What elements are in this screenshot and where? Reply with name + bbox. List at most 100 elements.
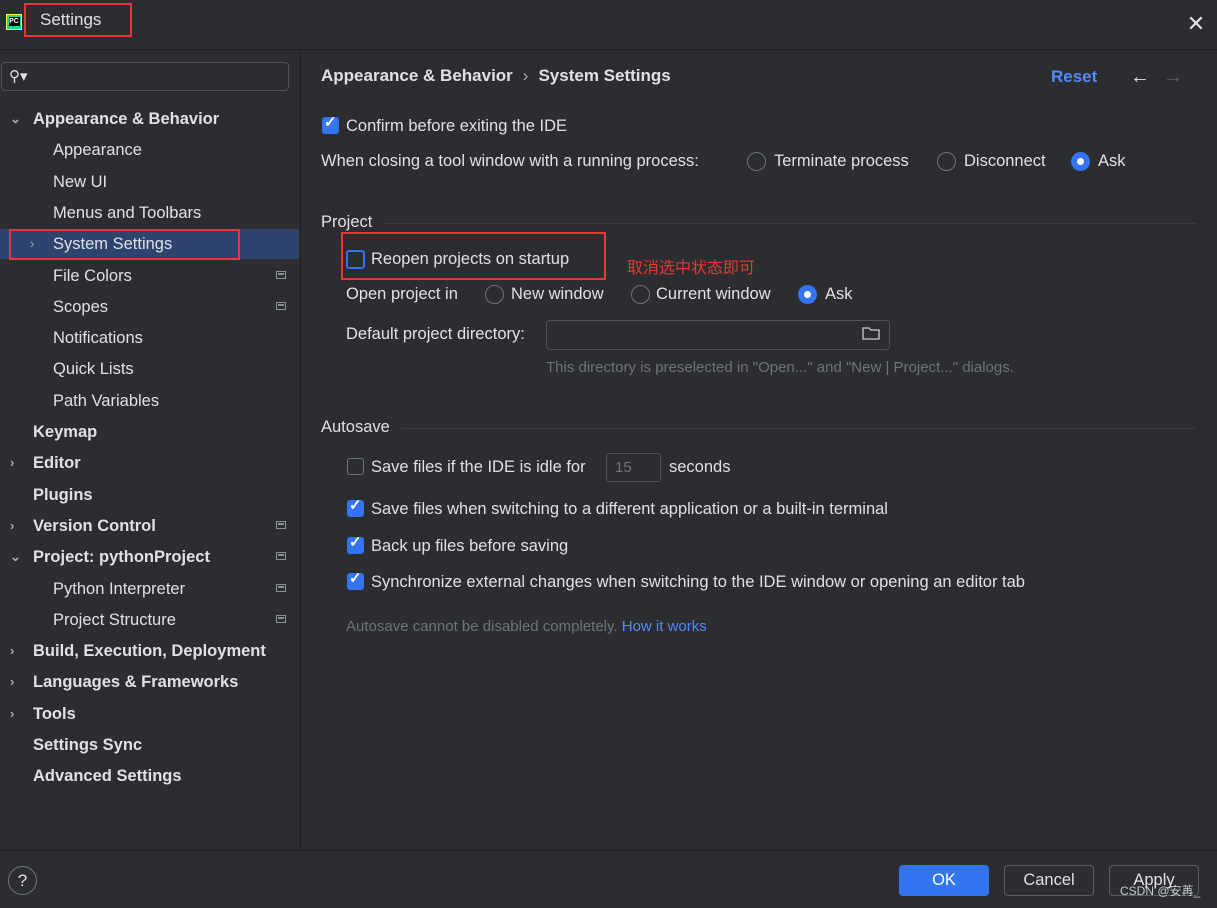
chevron-right-icon[interactable]: › <box>10 699 22 729</box>
switch-app-save-checkbox[interactable] <box>347 496 364 517</box>
idle-seconds-unit: seconds <box>669 458 731 476</box>
sidebar-item-version-control[interactable]: › Version Control <box>0 511 300 541</box>
close-icon[interactable]: ✕ <box>1184 12 1208 36</box>
back-arrow-icon[interactable]: ← <box>1130 66 1150 89</box>
sidebar-item-plugins[interactable]: Plugins <box>0 480 300 510</box>
sidebar-item-project-pythonproject[interactable]: ⌄ Project: pythonProject <box>0 542 300 572</box>
ask-radio-tool-window[interactable] <box>1071 152 1090 171</box>
ask-label-open-project: Ask <box>825 285 853 303</box>
sidebar-item-label: File Colors <box>53 267 132 285</box>
sidebar-item-tools[interactable]: › Tools <box>0 699 300 729</box>
chevron-right-icon[interactable]: › <box>10 511 22 541</box>
sidebar-item-keymap[interactable]: Keymap <box>0 417 300 447</box>
annotation-text: 取消选中状态即可 <box>627 260 756 277</box>
sidebar-item-appearance[interactable]: Appearance <box>0 135 300 165</box>
sidebar-item-label: Python Interpreter <box>53 580 186 598</box>
autosave-section-title: Autosave <box>321 418 390 436</box>
open-project-in-label: Open project in <box>346 285 458 303</box>
sidebar-item-label: Plugins <box>33 486 93 504</box>
project-scope-icon <box>276 584 286 592</box>
sidebar-item-build-execution-deployment[interactable]: › Build, Execution, Deployment <box>0 636 300 666</box>
sidebar-item-languages-frameworks[interactable]: › Languages & Frameworks <box>0 667 300 697</box>
watermark: CSDN @安苒_ <box>1120 884 1201 898</box>
default-directory-field[interactable] <box>546 320 890 350</box>
sidebar-item-label: Languages & Frameworks <box>33 673 239 691</box>
sidebar-item-label: Project Structure <box>53 611 176 629</box>
forward-arrow-icon[interactable]: → <box>1163 66 1183 89</box>
sidebar-item-label: Menus and Toolbars <box>53 204 202 222</box>
help-button[interactable]: ? <box>8 866 37 895</box>
autosave-note-text: Autosave cannot be disabled completely. <box>346 618 618 635</box>
sidebar-item-project-structure[interactable]: Project Structure <box>0 605 300 635</box>
backup-label: Back up files before saving <box>371 537 569 555</box>
sidebar-item-path-variables[interactable]: Path Variables <box>0 386 300 416</box>
reset-link[interactable]: Reset <box>1051 67 1097 87</box>
sidebar-item-file-colors[interactable]: File Colors <box>0 261 300 291</box>
default-directory-label: Default project directory: <box>346 325 525 343</box>
sidebar-item-python-interpreter[interactable]: Python Interpreter <box>0 574 300 604</box>
sidebar-item-settings-sync[interactable]: Settings Sync <box>0 730 300 760</box>
settings-search-box[interactable]: ⚲▾ <box>1 62 289 91</box>
terminate-process-radio[interactable] <box>747 152 766 171</box>
autosave-note: Autosave cannot be disabled completely. … <box>346 618 707 635</box>
confirm-exit-checkbox[interactable] <box>322 113 339 134</box>
breadcrumb: Appearance & Behavior › System Settings <box>321 66 671 90</box>
sidebar-item-editor[interactable]: › Editor <box>0 448 300 478</box>
project-scope-icon <box>276 271 286 279</box>
sidebar-item-label: Advanced Settings <box>33 767 182 785</box>
chevron-right-icon[interactable]: › <box>10 636 22 666</box>
sidebar-item-quick-lists[interactable]: Quick Lists <box>0 354 300 384</box>
ask-radio-open-project[interactable] <box>798 285 817 304</box>
search-icon: ⚲▾ <box>9 68 28 85</box>
sidebar-item-label: Version Control <box>33 517 156 535</box>
idle-seconds-field[interactable]: 15 <box>606 453 661 482</box>
confirm-exit-label: Confirm before exiting the IDE <box>346 117 568 135</box>
pycharm-logo-icon: PC <box>6 14 22 30</box>
sidebar-item-menus-and-toolbars[interactable]: Menus and Toolbars <box>0 198 300 228</box>
idle-save-label: Save files if the IDE is idle for <box>371 458 586 476</box>
chevron-right-icon[interactable]: › <box>30 229 42 259</box>
breadcrumb-separator: › <box>522 66 529 85</box>
sidebar-item-label: New UI <box>53 173 108 191</box>
disconnect-label: Disconnect <box>964 152 1046 170</box>
reopen-projects-checkbox[interactable] <box>346 250 365 269</box>
sidebar-item-label: Settings Sync <box>33 736 143 754</box>
sidebar-item-system-settings[interactable]: › System Settings <box>0 229 299 259</box>
sidebar-item-label: Keymap <box>33 423 98 441</box>
sidebar-item-label: Notifications <box>53 329 143 347</box>
project-scope-icon <box>276 615 286 623</box>
chevron-right-icon[interactable]: › <box>10 448 22 478</box>
terminate-process-label: Terminate process <box>774 152 909 170</box>
project-scope-icon <box>276 521 286 529</box>
chevron-down-icon[interactable]: ⌄ <box>10 104 22 134</box>
sidebar-item-label: Project: pythonProject <box>33 548 210 566</box>
sidebar-item-label: Build, Execution, Deployment <box>33 642 266 660</box>
current-window-label: Current window <box>656 285 771 303</box>
sidebar-item-notifications[interactable]: Notifications <box>0 323 300 353</box>
sidebar-item-scopes[interactable]: Scopes <box>0 292 300 322</box>
backup-checkbox[interactable] <box>347 533 364 554</box>
chevron-right-icon[interactable]: › <box>10 667 22 697</box>
breadcrumb-parent[interactable]: Appearance & Behavior <box>321 66 513 85</box>
sidebar-item-appearance-behavior[interactable]: ⌄ Appearance & Behavior <box>0 104 300 134</box>
ask-label-tool-window: Ask <box>1098 152 1126 170</box>
disconnect-radio[interactable] <box>937 152 956 171</box>
chevron-down-icon[interactable]: ⌄ <box>10 542 22 572</box>
new-window-label: New window <box>511 285 604 303</box>
window-title: Settings <box>24 3 132 37</box>
folder-icon[interactable] <box>862 326 880 340</box>
settings-search-input[interactable] <box>34 66 278 88</box>
sidebar-item-label: Appearance & Behavior <box>33 110 220 128</box>
new-window-radio[interactable] <box>485 285 504 304</box>
ok-button[interactable]: OK <box>899 865 989 896</box>
title-bar <box>0 0 1217 50</box>
closing-tool-window-label: When closing a tool window with a runnin… <box>321 152 699 170</box>
idle-save-checkbox[interactable] <box>347 458 364 475</box>
cancel-button[interactable]: Cancel <box>1004 865 1094 896</box>
sidebar-item-advanced-settings[interactable]: Advanced Settings <box>0 761 300 791</box>
sidebar-item-label: Editor <box>33 454 81 472</box>
how-it-works-link[interactable]: How it works <box>622 618 707 635</box>
sidebar-item-new-ui[interactable]: New UI <box>0 167 300 197</box>
sync-external-checkbox[interactable] <box>347 569 364 590</box>
current-window-radio[interactable] <box>631 285 650 304</box>
